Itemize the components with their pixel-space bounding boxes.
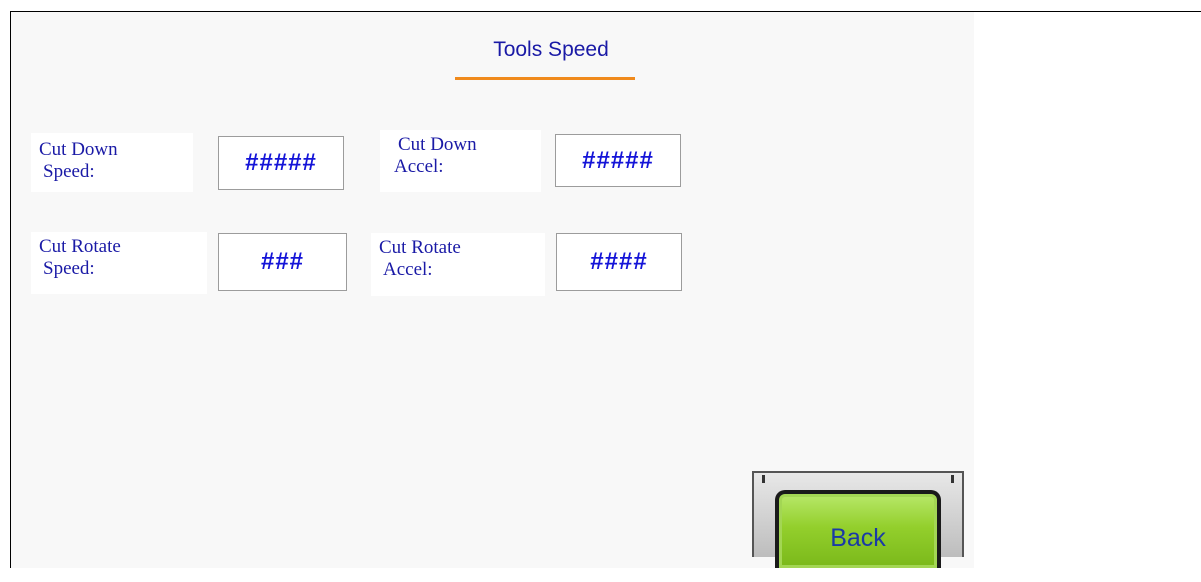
cut-rotate-speed-label-line1: Cut Rotate <box>39 236 121 257</box>
page-title: Tools Speed <box>493 38 609 61</box>
cut-rotate-speed-field[interactable]: ### <box>218 233 347 291</box>
cut-down-speed-label: Cut Down Speed: <box>31 133 193 192</box>
cut-rotate-speed-label: Cut Rotate Speed: <box>31 232 207 294</box>
cut-down-speed-label-line2: Speed: <box>43 161 95 182</box>
cut-down-speed-field[interactable]: ##### <box>218 136 344 190</box>
title-underline <box>455 77 635 80</box>
top-border-line <box>974 11 1201 12</box>
back-button[interactable]: Back <box>775 490 941 568</box>
frame-corner-mark <box>951 475 954 483</box>
cut-rotate-accel-field[interactable]: #### <box>556 233 682 291</box>
cut-down-speed-label-line1: Cut Down <box>39 139 118 160</box>
cut-rotate-accel-label-line2: Accel: <box>383 259 433 280</box>
cut-down-accel-label-line1: Cut Down <box>398 134 477 155</box>
frame-corner-mark <box>762 475 765 483</box>
cut-down-accel-label-line2: Accel: <box>394 156 444 177</box>
cut-rotate-speed-label-line2: Speed: <box>43 258 95 279</box>
cut-down-accel-field[interactable]: ##### <box>555 134 681 187</box>
cut-rotate-accel-label: Cut Rotate Accel: <box>371 233 545 296</box>
cut-down-accel-label: Cut Down Accel: <box>380 130 541 192</box>
cut-rotate-accel-label-line1: Cut Rotate <box>379 237 461 258</box>
